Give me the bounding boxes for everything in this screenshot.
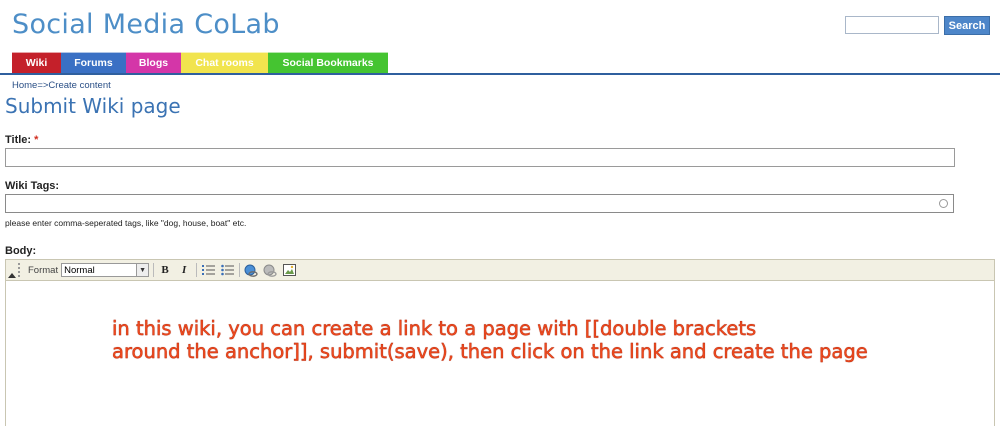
toolbar-separator — [196, 263, 198, 277]
toolbar-separator — [239, 263, 241, 277]
main-nav: Wiki Forums Blogs Chat rooms Social Book… — [12, 52, 388, 73]
breadcrumb[interactable]: Home=>Create content — [12, 80, 111, 91]
wiki-tags-field[interactable] — [5, 194, 954, 213]
annotation-overlay: in this wiki, you can create a link to a… — [112, 317, 868, 363]
header-divider — [0, 73, 1000, 75]
chevron-down-icon[interactable]: ▼ — [136, 264, 149, 276]
tab-forums[interactable]: Forums — [61, 52, 126, 73]
required-mark: * — [34, 134, 39, 146]
toolbar-collapse-icon[interactable] — [6, 259, 16, 281]
wiki-tags-label: Wiki Tags: — [5, 180, 60, 192]
tab-chat-rooms[interactable]: Chat rooms — [181, 52, 268, 73]
body-label: Body: — [5, 245, 37, 257]
italic-button[interactable]: I — [176, 262, 192, 278]
site-title[interactable]: Social Media CoLab — [12, 9, 280, 40]
annotation-line-2: around the anchor]], submit(save), then … — [112, 340, 868, 363]
link-icon[interactable] — [243, 262, 259, 278]
title-field[interactable] — [5, 148, 955, 167]
format-select[interactable]: Normal ▼ — [61, 263, 150, 277]
format-select-value: Normal — [64, 264, 95, 276]
tags-help-text: please enter comma-seperated tags, like … — [5, 218, 247, 228]
search-button[interactable]: Search — [944, 16, 990, 35]
unordered-list-icon[interactable] — [219, 262, 235, 278]
tab-blogs[interactable]: Blogs — [126, 52, 181, 73]
bold-button[interactable]: B — [157, 262, 173, 278]
ordered-list-icon[interactable] — [200, 262, 216, 278]
image-icon[interactable] — [281, 262, 297, 278]
page-title: Submit Wiki page — [5, 94, 181, 118]
title-label-text: Title: — [5, 134, 32, 146]
toolbar-grip — [18, 263, 23, 277]
tab-wiki[interactable]: Wiki — [12, 52, 61, 73]
editor-toolbar: Format Normal ▼ B I — [5, 259, 995, 281]
autocomplete-throbber-icon — [939, 199, 948, 208]
tab-social-bookmarks[interactable]: Social Bookmarks — [268, 52, 388, 73]
annotation-line-1: in this wiki, you can create a link to a… — [112, 317, 757, 340]
format-label: Format — [28, 264, 59, 276]
search-input[interactable] — [845, 16, 939, 34]
toolbar-separator — [153, 263, 155, 277]
unlink-icon[interactable] — [262, 262, 278, 278]
title-label: Title: * — [5, 134, 38, 146]
